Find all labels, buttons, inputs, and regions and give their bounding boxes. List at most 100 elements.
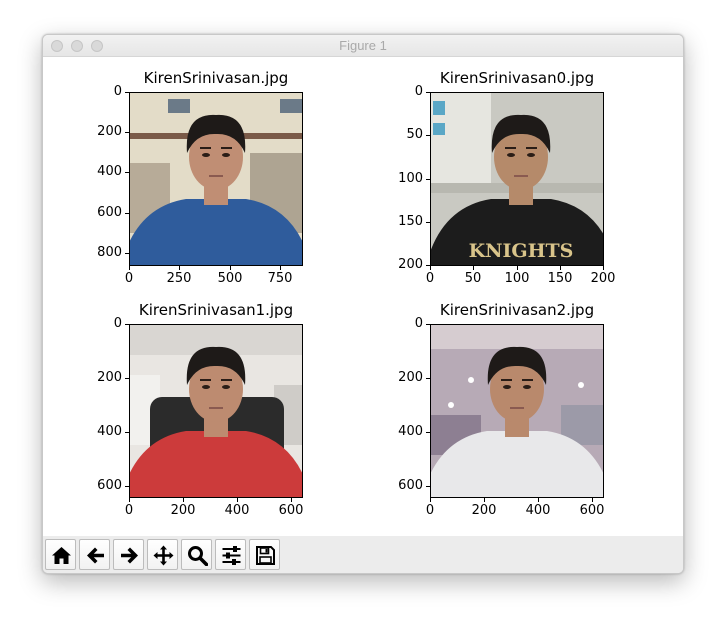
y-tick-mark [426,432,430,433]
y-tick-mark [125,213,129,214]
subplot-title: KirenSrinivasan0.jpg [439,69,595,87]
x-tick-mark [484,498,485,502]
save-button[interactable] [249,539,280,570]
x-tick-label: 250 [166,271,192,286]
y-tick-label: 400 [97,164,122,179]
y-tick-label: 600 [398,478,423,493]
x-tick-label: 0 [425,271,435,286]
y-tick-label: 0 [113,84,122,99]
y-tick-label: 0 [414,316,423,331]
y-tick-label: 150 [398,214,423,229]
x-tick-mark [291,498,292,502]
y-tick-label: 200 [97,370,122,385]
y-tick-mark [426,324,430,325]
y-tick-label: 100 [398,171,423,186]
back-button[interactable] [79,539,110,570]
y-tick-mark [125,132,129,133]
y-tick-label: 50 [406,127,423,142]
y-tick-mark [426,378,430,379]
y-tick-mark [426,486,430,487]
x-tick-label: 0 [425,503,435,518]
x-tick-label: 50 [464,271,482,286]
image-axes[interactable] [129,324,303,498]
y-tick-mark [125,432,129,433]
window-title: Figure 1 [339,38,387,53]
x-tick-label: 400 [224,503,250,518]
x-tick-label: 400 [525,503,551,518]
image-axes[interactable] [129,92,303,266]
x-tick-mark [183,498,184,502]
pan-move-icon [153,545,174,566]
x-tick-mark [430,266,431,270]
photo-image [130,325,302,497]
y-tick-label: 400 [398,424,423,439]
x-tick-mark [538,498,539,502]
svg-text:KNIGHTS: KNIGHTS [469,240,574,262]
y-tick-mark [125,172,129,173]
y-tick-mark [125,324,129,325]
x-tick-mark [603,266,604,270]
zoom-magnifier-icon [188,546,208,566]
x-tick-mark [179,266,180,270]
y-tick-label: 200 [398,370,423,385]
y-tick-mark [125,92,129,93]
y-tick-label: 0 [414,84,423,99]
y-tick-label: 400 [97,424,122,439]
y-tick-label: 0 [113,316,122,331]
photo-image [130,93,302,265]
navigation-toolbar [43,536,683,573]
x-tick-mark [560,266,561,270]
subplot-title: KirenSrinivasan1.jpg [138,301,294,319]
x-tick-label: 500 [217,271,243,286]
photo-image [431,325,603,497]
x-tick-label: 200 [590,271,616,286]
y-tick-mark [426,135,430,136]
subplot-title: KirenSrinivasan.jpg [143,69,289,87]
y-tick-mark [125,253,129,254]
home-icon [52,547,71,564]
pan-button[interactable] [147,539,178,570]
forward-arrow-icon [121,547,138,564]
y-tick-mark [426,265,430,266]
x-tick-label: 750 [267,271,293,286]
y-tick-mark [426,92,430,93]
figure-window: Figure 1 KirenSrinivasan.jpg 0 250 500 750 0 2… [42,34,684,574]
x-tick-mark [430,498,431,502]
subplot-title: KirenSrinivasan2.jpg [439,301,595,319]
back-arrow-icon [87,547,104,564]
save-disk-icon [256,546,275,565]
y-tick-mark [426,222,430,223]
x-tick-mark [230,266,231,270]
zoom-button[interactable] [181,539,212,570]
y-tick-mark [125,378,129,379]
x-tick-label: 200 [170,503,196,518]
x-tick-label: 0 [124,503,134,518]
x-tick-label: 600 [278,503,304,518]
x-tick-label: 0 [124,271,134,286]
x-tick-mark [237,498,238,502]
x-tick-mark [280,266,281,270]
image-axes[interactable] [430,324,604,498]
y-tick-label: 600 [97,205,122,220]
x-tick-mark [473,266,474,270]
configure-subplots-button[interactable] [215,539,246,570]
configure-subplots-icon [222,546,241,565]
x-tick-mark [592,498,593,502]
forward-button[interactable] [113,539,144,570]
x-tick-label: 100 [504,271,530,286]
x-tick-mark [517,266,518,270]
image-axes[interactable]: KNIGHTS [430,92,604,266]
figure-canvas[interactable]: KirenSrinivasan.jpg 0 250 500 750 0 200 400 600 8… [43,57,683,536]
photo-image: KNIGHTS [431,93,603,265]
x-tick-mark [129,266,130,270]
y-tick-label: 200 [97,124,122,139]
title-bar[interactable]: Figure 1 [43,35,683,57]
home-button[interactable] [45,539,76,570]
x-tick-mark [129,498,130,502]
x-tick-label: 200 [471,503,497,518]
x-tick-label: 150 [547,271,573,286]
y-tick-label: 200 [398,257,423,272]
y-tick-label: 600 [97,478,122,493]
y-tick-label: 800 [97,245,122,260]
y-tick-mark [426,179,430,180]
